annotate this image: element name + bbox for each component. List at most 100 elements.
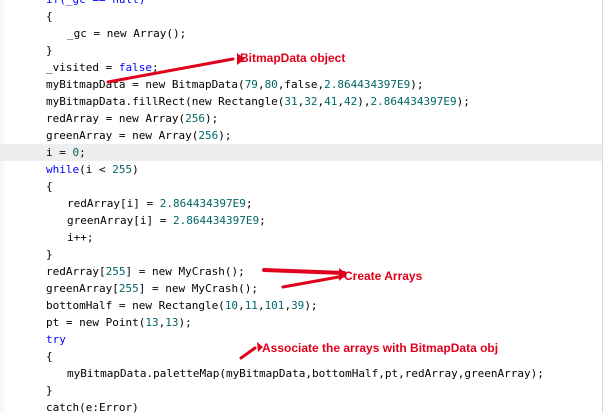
code-token: } bbox=[46, 384, 53, 397]
code-token: } bbox=[46, 44, 53, 57]
number-token: 11 bbox=[244, 299, 258, 312]
keyword-token: try bbox=[46, 333, 66, 346]
code-line[interactable]: catch(e:Error) bbox=[0, 399, 603, 413]
code-line[interactable]: myBitmapData.fillRect(new Rectangle(31,3… bbox=[0, 93, 603, 110]
code-line-text: { bbox=[46, 178, 53, 195]
code-line-text: i = 0; bbox=[46, 144, 86, 161]
code-token: } bbox=[46, 248, 53, 261]
code-line[interactable]: redArray = new Array(256); bbox=[0, 110, 603, 127]
code-line-text: redArray[i] = 2.864434397E9; bbox=[67, 195, 252, 212]
code-line[interactable]: pt = new Point(13,13); bbox=[0, 314, 603, 331]
number-token: 80 bbox=[264, 78, 278, 91]
code-line[interactable]: redArray[255] = new MyCrash(); bbox=[0, 263, 603, 280]
code-line[interactable]: i = 0; bbox=[0, 144, 603, 161]
code-line-text: { bbox=[46, 348, 53, 365]
code-line[interactable]: bottomHalf = new Rectangle(10,11,101,39)… bbox=[0, 297, 603, 314]
code-token: ); bbox=[304, 299, 318, 312]
code-line-text: greenArray = new Array(256); bbox=[46, 127, 231, 144]
code-line-text: if(_gc == null) bbox=[46, 0, 145, 8]
code-token: greenArray[i] = bbox=[67, 214, 173, 227]
code-token: greenArray[ bbox=[46, 282, 119, 295]
code-line-text: } bbox=[46, 246, 53, 263]
code-token: , bbox=[257, 78, 265, 91]
code-line-text: bottomHalf = new Rectangle(10,11,101,39)… bbox=[46, 297, 318, 314]
code-line-text: } bbox=[46, 42, 53, 59]
number-token: 32 bbox=[304, 95, 318, 108]
code-token: (i < bbox=[79, 163, 113, 176]
code-line[interactable]: } bbox=[0, 382, 603, 399]
code-line-text: greenArray[255] = new MyCrash(); bbox=[46, 280, 258, 297]
code-line-text: while(i < 255) bbox=[46, 161, 139, 178]
code-token: i = bbox=[46, 146, 73, 159]
code-line[interactable]: myBitmapData = new BitmapData(79,80,fals… bbox=[0, 76, 603, 93]
code-line[interactable]: { bbox=[0, 178, 603, 195]
code-token: , bbox=[238, 299, 245, 312]
code-line-text: greenArray[i] = 2.864434397E9; bbox=[67, 212, 266, 229]
code-line-text: myBitmapData = new BitmapData(79,80,fals… bbox=[46, 76, 424, 93]
code-line[interactable]: if(_gc == null) bbox=[0, 0, 603, 8]
code-token: myBitmapData = new BitmapData( bbox=[46, 78, 245, 91]
number-token: 255 bbox=[118, 282, 139, 295]
code-token: myBitmapData.fillRect(new Rectangle( bbox=[46, 95, 285, 108]
code-token: ); bbox=[204, 112, 219, 125]
keyword-token: if(_gc == null) bbox=[46, 0, 145, 6]
code-line[interactable]: { bbox=[0, 8, 603, 25]
bitmapdata-annotation-label: BitmapData object bbox=[240, 51, 346, 65]
code-line-text: myBitmapData.paletteMap(myBitmapData,bot… bbox=[67, 365, 544, 382]
associate-annotation-label: Associate the arrays with BitmapData obj bbox=[262, 341, 499, 355]
code-token: _gc = new Array(); bbox=[67, 27, 187, 40]
code-line[interactable]: myBitmapData.paletteMap(myBitmapData,bot… bbox=[0, 365, 603, 382]
code-token: catch(e:Error) bbox=[46, 401, 139, 413]
code-line-text: redArray[255] = new MyCrash(); bbox=[46, 263, 245, 280]
code-token: , bbox=[257, 299, 265, 312]
code-line[interactable]: greenArray[i] = 2.864434397E9; bbox=[0, 212, 603, 229]
number-token: 2.864434397E9 bbox=[172, 214, 260, 227]
code-line[interactable]: greenArray[255] = new MyCrash(); bbox=[0, 280, 603, 297]
code-token: ; bbox=[79, 146, 86, 159]
code-token: pt = new Point( bbox=[46, 316, 146, 329]
code-line[interactable]: while(i < 255) bbox=[0, 161, 603, 178]
code-token: { bbox=[46, 350, 53, 363]
code-token: redArray = new Array( bbox=[46, 112, 186, 125]
create-arrays-annotation-label: Create Arrays bbox=[344, 269, 423, 283]
code-line-text: i++; bbox=[67, 229, 94, 246]
code-token: { bbox=[46, 10, 53, 23]
code-token: myBitmapData.paletteMap(myBitmapData,bot… bbox=[67, 367, 544, 380]
number-token: 13 bbox=[165, 316, 179, 329]
code-line-text: { bbox=[46, 8, 53, 25]
code-token: ; bbox=[259, 214, 266, 227]
code-token: ); bbox=[178, 316, 192, 329]
code-token: _visited = bbox=[46, 61, 119, 74]
number-token: 42 bbox=[344, 95, 358, 108]
code-token: ; bbox=[245, 197, 253, 210]
code-line-text: } bbox=[46, 382, 53, 399]
number-token: 2.864434397E9 bbox=[159, 197, 246, 210]
code-token: { bbox=[46, 180, 53, 193]
code-token: ) bbox=[132, 163, 139, 176]
code-line-text: myBitmapData.fillRect(new Rectangle(31,3… bbox=[46, 93, 470, 110]
code-line-text: _visited = false; bbox=[46, 59, 159, 76]
code-line[interactable]: greenArray = new Array(256); bbox=[0, 127, 603, 144]
code-line[interactable]: } bbox=[0, 246, 603, 263]
code-line[interactable]: _gc = new Array(); bbox=[0, 25, 603, 42]
keyword-token: false bbox=[118, 61, 152, 74]
number-token: 31 bbox=[284, 95, 298, 108]
number-token: 101 bbox=[264, 299, 285, 312]
code-line-text: catch(e:Error) bbox=[46, 399, 139, 413]
code-token: ); bbox=[218, 129, 232, 142]
code-token: ), bbox=[357, 95, 371, 108]
code-token: ,false, bbox=[277, 78, 325, 91]
code-line[interactable]: redArray[i] = 2.864434397E9; bbox=[0, 195, 603, 212]
code-token: bottomHalf = new Rectangle( bbox=[46, 299, 225, 312]
code-line-text: pt = new Point(13,13); bbox=[46, 314, 192, 331]
number-token: 255 bbox=[112, 163, 133, 176]
code-token: ); bbox=[410, 78, 424, 91]
number-token: 13 bbox=[145, 316, 159, 329]
number-token: 39 bbox=[291, 299, 305, 312]
code-line[interactable]: i++; bbox=[0, 229, 603, 246]
code-token: greenArray = new Array( bbox=[46, 129, 199, 142]
code-token: ; bbox=[151, 61, 159, 74]
code-token: i++; bbox=[67, 231, 94, 244]
code-token: redArray[i] = bbox=[67, 197, 160, 210]
keyword-token: while bbox=[46, 163, 80, 176]
